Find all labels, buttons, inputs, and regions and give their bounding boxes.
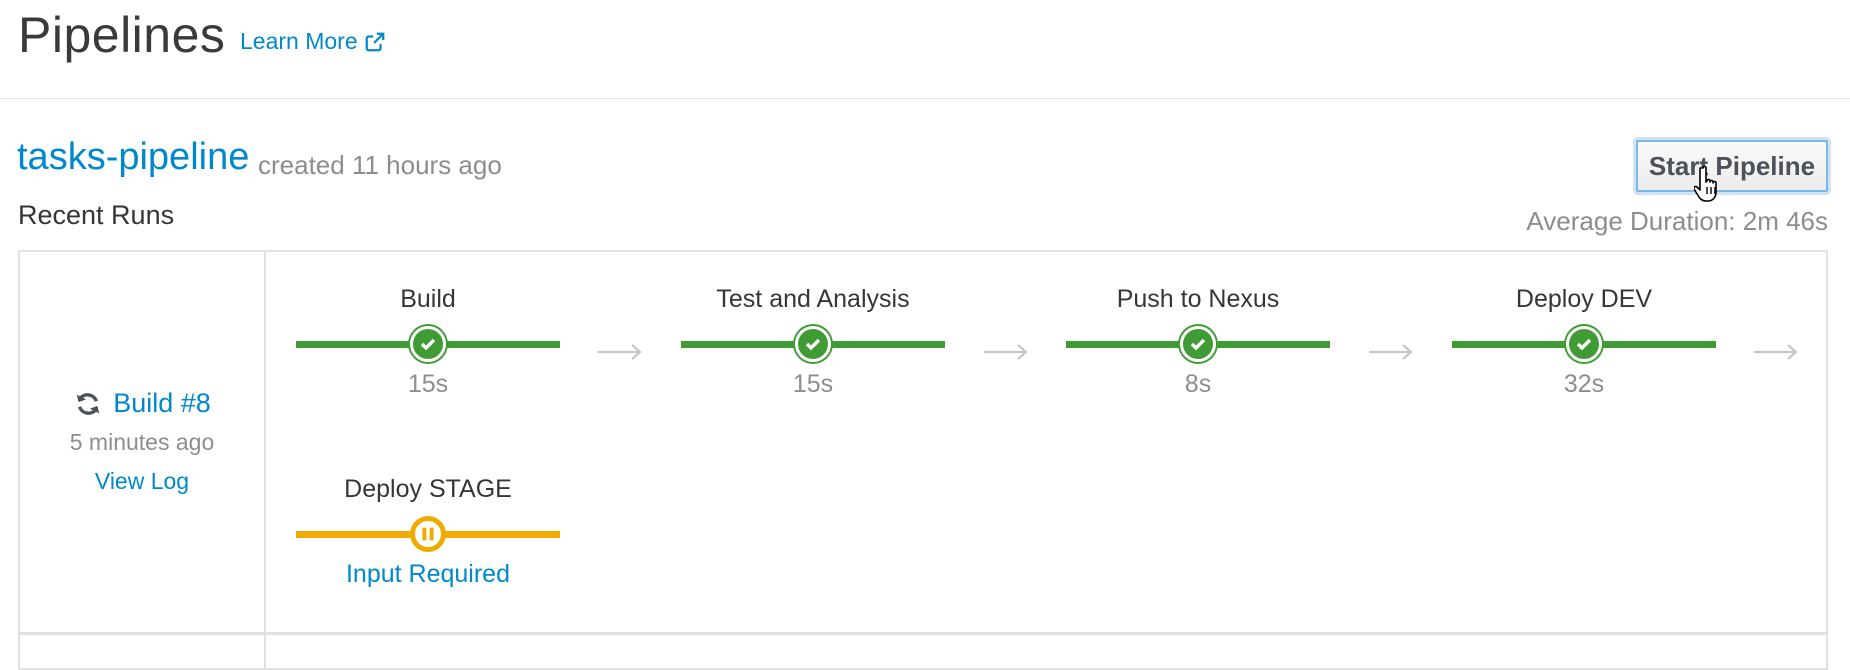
stage-name: Deploy DEV [1515, 285, 1653, 313]
build-time-ago: 5 minutes ago [69, 429, 215, 455]
check-icon [1566, 326, 1602, 362]
stage-name: Build [400, 285, 456, 313]
input-required-link[interactable]: Input Required [296, 560, 560, 589]
pipeline-created-time: created 11 hours ago [258, 150, 502, 180]
stage-name: Test and Analysis [716, 285, 910, 313]
stage-name: Deploy STAGE [344, 475, 512, 503]
recent-runs-heading: Recent Runs [18, 200, 175, 230]
check-icon [410, 326, 446, 362]
stage-build[interactable]: Build 15s [296, 282, 560, 399]
check-icon [1180, 326, 1216, 362]
pipeline-name-link[interactable]: tasks-pipeline [17, 136, 249, 179]
arrow-right-icon [984, 344, 1028, 360]
hand-cursor-icon [1694, 165, 1717, 202]
learn-more-link[interactable]: Learn More [240, 28, 386, 55]
average-duration: Average Duration: 2m 46s [1526, 206, 1828, 236]
stage-duration: 8s [1184, 370, 1212, 398]
page-title: Pipelines [18, 7, 226, 63]
arrow-right-icon [1754, 344, 1798, 360]
stage-push-to-nexus[interactable]: Push to Nexus 8s [1066, 282, 1330, 399]
stage-deploy-dev[interactable]: Deploy DEV 32s [1452, 282, 1716, 399]
column-divider [264, 250, 266, 670]
stage-deploy-stage[interactable]: Deploy STAGE Input Required [296, 472, 560, 589]
row-divider [18, 632, 1828, 635]
arrow-right-icon [598, 344, 642, 360]
arrow-right-icon [1369, 344, 1413, 360]
stage-duration: 15s [792, 370, 834, 398]
sync-icon [76, 392, 100, 415]
learn-more-label: Learn More [240, 28, 358, 54]
start-pipeline-button[interactable]: Start Pipeline [1636, 140, 1828, 192]
view-log-link[interactable]: View Log [20, 468, 264, 495]
stage-test-and-analysis[interactable]: Test and Analysis 15s [681, 282, 945, 399]
stage-duration: 32s [1563, 370, 1605, 398]
check-icon [795, 326, 831, 362]
stage-duration: 15s [407, 370, 449, 398]
build-number-link[interactable]: Build #8 [113, 388, 211, 419]
pause-icon [410, 516, 446, 552]
build-info: Build #8 5 minutes ago View Log [20, 388, 264, 495]
page-header: Pipelines Learn More [0, 0, 1850, 99]
external-link-icon [365, 32, 384, 51]
stage-name: Push to Nexus [1116, 285, 1280, 313]
